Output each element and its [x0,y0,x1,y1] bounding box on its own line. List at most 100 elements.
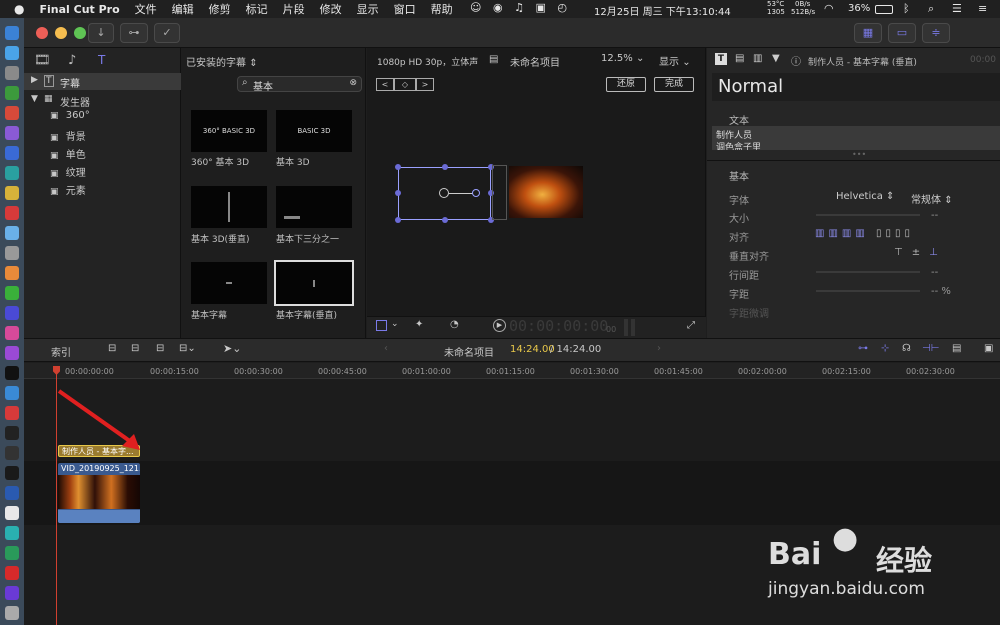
skimming-icon[interactable]: ⊶ [858,343,868,354]
anchor-point-icon[interactable] [439,188,449,198]
import-button[interactable]: ↓ [88,23,114,43]
battery-percent[interactable]: 36% [848,3,870,14]
sidebar-item-titles[interactable]: ▶ T 字幕 [24,73,181,90]
menu-window[interactable]: 窗口 [394,1,416,17]
timecode-display[interactable]: 00:00:00:00 [509,317,608,335]
audio-skimming-icon[interactable]: ⊹ [881,343,889,354]
music-sound-icon[interactable]: ♪ [68,53,76,68]
bluetooth-icon[interactable]: ᛒ [903,2,910,15]
sidebar-item-generators[interactable]: ▼ ▦ 发生器 [24,92,181,109]
search-field[interactable]: ⌕ 基本 ⊗ [237,76,362,93]
title-thumb-basic-title[interactable] [191,262,267,304]
browser-toggle-button[interactable]: ▦ [854,23,882,43]
control-center-icon[interactable]: ☰ [952,2,962,15]
transform-handle[interactable] [395,190,401,196]
app-icon-green[interactable] [5,86,19,100]
menu-file[interactable]: 文件 [135,1,157,17]
yandex-icon[interactable] [5,506,19,520]
spotlight-icon[interactable]: ⌕ [928,2,934,16]
background-tasks-button[interactable]: ✓ [154,23,180,43]
app-icon-blue[interactable] [5,146,19,160]
title-thumb-basic-title-vertical[interactable] [274,260,354,306]
chrome-icon[interactable] [5,106,19,120]
title-thumb-lower-third[interactable] [276,186,352,228]
align-buttons[interactable]: ▥▥▥▥ ▯▯▯▯ [815,228,914,239]
size-value[interactable]: -- [931,210,938,221]
zoom-button[interactable] [74,27,86,39]
close-button[interactable] [36,27,48,39]
history-forward-icon[interactable]: › [657,343,661,354]
tracking-slider[interactable] [816,290,920,292]
ghost-icon[interactable]: ☺ [470,1,481,14]
notification-icon[interactable]: ≡ [978,2,987,15]
sidebar-item-textures[interactable]: ▣ 纹理 [50,164,86,179]
preset-popup[interactable]: Normal [712,73,1000,101]
safari-icon[interactable] [5,46,19,60]
chevron-down-icon[interactable]: ⌄ [391,319,399,329]
size-slider[interactable] [816,214,920,216]
vpn-icon[interactable] [5,486,19,500]
app-icon-red[interactable] [5,206,19,220]
app-icon-lightblue[interactable] [5,226,19,240]
text-inspector-tab[interactable]: T [715,53,727,65]
apple-icon[interactable]: ● [14,2,24,16]
font-popup[interactable]: Helvetica ⇕ [836,191,894,202]
terminal2-icon[interactable] [5,466,19,480]
keyword-button[interactable]: ⊶ [120,23,148,43]
netease-icon[interactable] [5,566,19,580]
menu-modify[interactable]: 修改 [320,1,342,17]
transform-handle[interactable] [395,164,401,170]
wifi-icon[interactable]: ◠ [824,2,834,15]
fcp-icon[interactable] [5,586,19,600]
display-popup[interactable]: 显示 ⌄ [659,53,691,68]
app-icon-orange[interactable] [5,266,19,280]
transform-handle[interactable] [442,164,448,170]
sidebar-item-backgrounds[interactable]: ▣ 背景 [50,128,86,143]
inspector-toggle-button[interactable]: ≑ [922,23,950,43]
trash-icon[interactable] [5,606,19,620]
speed-icon[interactable]: ◔ [450,319,459,330]
app-icon-cyan[interactable] [5,526,19,540]
video-clip[interactable]: VID_20190925_121... [58,463,140,523]
magic-wand-icon[interactable]: ✦ [415,319,423,330]
appletv-icon[interactable] [5,366,19,380]
app-icon-green2[interactable] [5,546,19,560]
play-button[interactable]: ▶ [493,319,506,332]
datetime[interactable]: 12月25日 周三 下午13:10:44 [594,3,731,18]
title-thumb-basic-3d-vertical[interactable] [191,186,267,228]
index-button[interactable]: 索引 [51,344,71,359]
transform-mode-icon[interactable] [376,320,387,331]
keyframe-prev-button[interactable]: < [376,78,394,91]
transform-handle[interactable] [395,217,401,223]
menu-trim[interactable]: 修剪 [209,1,231,17]
snapping-icon[interactable]: ⊣⊢ [922,343,939,354]
video-inspector-tab[interactable]: ▤ [735,53,744,64]
keyframe-next-button[interactable]: > [416,78,434,91]
select-tool-icon[interactable]: ➤⌄ [223,342,241,355]
fullscreen-icon[interactable]: ⤢ [687,320,695,331]
solo-icon[interactable]: ☊ [902,343,911,354]
vivaldi-icon[interactable] [5,406,19,420]
message-icon[interactable]: ▣ [535,1,545,14]
menu-mark[interactable]: 标记 [246,1,268,17]
sidebar-item-360[interactable]: ▣ 360° [50,110,90,121]
info-inspector-tab[interactable]: ⓘ [791,53,801,68]
minimize-button[interactable] [55,27,67,39]
menu-view[interactable]: 显示 [357,1,379,17]
film-inspector-tab[interactable]: ▥ [753,53,762,64]
zoom-popup[interactable]: 12.5% ⌄ [601,53,644,64]
append-clip-icon[interactable]: ⊟ [108,343,116,354]
menu-clip[interactable]: 片段 [283,1,305,17]
battery-icon[interactable] [875,5,893,14]
clip-appearance-icon[interactable]: ▤ [952,343,961,354]
overwrite-clip-icon[interactable]: ⊟ [156,343,164,354]
search-input[interactable]: 基本 [253,78,273,93]
line-spacing-value[interactable]: -- [931,267,938,278]
clock-icon[interactable]: ◴ [557,1,567,14]
connect-clip-icon[interactable]: ⊟⌄ [179,343,196,354]
app-icon-purple[interactable] [5,126,19,140]
app-icon-yellow[interactable] [5,186,19,200]
done-button[interactable]: 完成 [654,77,694,92]
app-icon-pink[interactable] [5,326,19,340]
style-popup[interactable]: 常规体 ⇕ [911,191,953,206]
